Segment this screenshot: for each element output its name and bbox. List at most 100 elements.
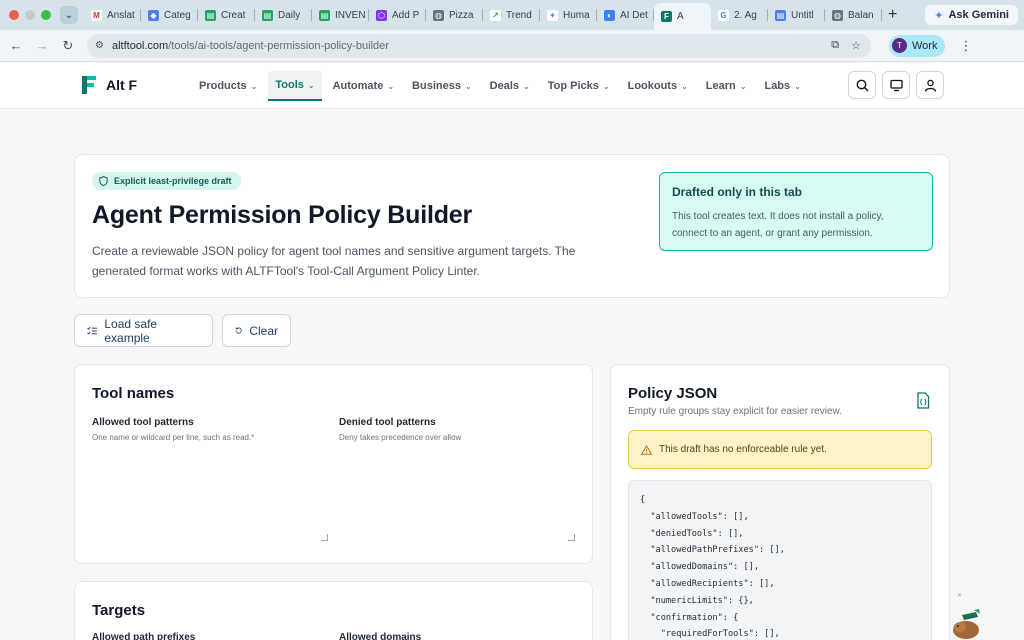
no-rule-warning: This draft has no enforceable rule yet. — [628, 430, 932, 469]
resize-handle-icon[interactable] — [568, 534, 575, 541]
clear-button[interactable]: Clear — [222, 314, 291, 347]
nav-item-products[interactable]: Products ⌄ — [192, 71, 264, 101]
tab-label: Balan — [848, 9, 874, 21]
tab-favicon-icon: ▤ — [205, 9, 216, 21]
nav-item-top-picks[interactable]: Top Picks ⌄ — [541, 71, 617, 101]
site-header: Alt F Products ⌄ Tools ⌄ Automate ⌄ Business ⌄ D… — [0, 63, 1024, 109]
tab-label: Anslat — [107, 9, 135, 21]
nav-item-label: Tools — [275, 79, 304, 91]
install-app-icon[interactable]: ⧉ — [831, 39, 839, 52]
browser-tab[interactable]: G 2. Ag — [711, 3, 768, 27]
browser-menu-icon[interactable]: ⋮ — [959, 38, 972, 54]
denied-tools-help: Deny takes precedence over allow — [339, 433, 462, 442]
local-only-notice: Drafted only in this tab This tool creat… — [659, 172, 933, 251]
page-description: Create a reviewable JSON policy for agen… — [92, 244, 576, 278]
browser-tab[interactable]: ⬡ Add P — [369, 3, 426, 27]
tab-favicon-icon: ✦ — [547, 9, 558, 21]
nav-item-business[interactable]: Business ⌄ — [405, 71, 479, 101]
chevron-down-icon: ⌄ — [794, 81, 801, 91]
tab-label: AI Det — [620, 9, 648, 21]
browser-tab[interactable]: ◐ AI Det — [597, 3, 654, 27]
address-bar[interactable]: ⚙ altftool.com/tools/ai-tools/agent-perm… — [87, 33, 871, 58]
avatar: T — [892, 38, 907, 53]
beaver-mascot-icon[interactable] — [950, 606, 984, 640]
browser-tab[interactable]: ◍ Pizza — [426, 3, 483, 27]
tab-label: Daily — [278, 9, 301, 21]
tab-favicon-icon: ↗ — [490, 9, 501, 21]
tab-label: Add P — [392, 9, 420, 21]
tab-search-button[interactable]: ⌄ — [60, 6, 78, 24]
account-button[interactable] — [916, 71, 944, 99]
path-prefixes-label: Allowed path prefixes — [92, 632, 196, 640]
ask-gemini-label: Ask Gemini — [948, 9, 1009, 21]
browser-tab[interactable]: ▤ Daily — [255, 3, 312, 27]
logo-text: Alt F — [106, 77, 138, 93]
tab-label: Creat — [221, 9, 246, 21]
denied-tools-textarea[interactable] — [339, 451, 575, 541]
load-example-label: Load safe example — [104, 316, 158, 345]
profile-chip[interactable]: T Work — [889, 34, 946, 57]
ask-gemini-button[interactable]: ✦ Ask Gemini — [925, 5, 1018, 25]
policy-json-title: Policy JSON — [628, 385, 718, 402]
badge-label: Explicit least-privilege draft — [114, 176, 232, 186]
minimize-window-button[interactable] — [25, 10, 35, 20]
maximize-window-button[interactable] — [41, 10, 51, 20]
nav-item-label: Automate — [332, 80, 384, 92]
search-button[interactable] — [848, 71, 876, 99]
tab-label: INVEN — [335, 9, 366, 21]
site-logo[interactable]: Alt F — [79, 74, 137, 96]
nav-item-label: Learn — [705, 80, 736, 92]
allowed-tools-label: Allowed tool patterns — [92, 417, 194, 428]
copy-json-icon[interactable] — [916, 392, 930, 409]
nav-item-label: Business — [412, 80, 461, 92]
nav-item-deals[interactable]: Deals ⌄ — [483, 71, 537, 101]
nav-item-labs[interactable]: Labs ⌄ — [757, 71, 807, 101]
forward-button[interactable]: → — [29, 38, 55, 53]
nav-item-automate[interactable]: Automate ⌄ — [326, 71, 401, 101]
nav-item-tools[interactable]: Tools ⌄ — [268, 71, 322, 101]
nav-item-label: Products — [199, 80, 247, 92]
allowed-tools-textarea[interactable] — [92, 451, 328, 541]
chevron-down-icon: ⌄ — [64, 9, 74, 21]
tab-favicon-icon: ◆ — [148, 9, 159, 21]
gemini-sparkle-icon: ✦ — [934, 9, 944, 22]
back-button[interactable]: ← — [3, 38, 29, 53]
resize-handle-icon[interactable] — [321, 534, 328, 541]
browser-tab[interactable]: ◆ Categ — [141, 3, 198, 27]
notice-title: Drafted only in this tab — [672, 185, 803, 199]
browser-tab[interactable]: ▤ INVEN — [312, 3, 369, 27]
close-window-button[interactable] — [9, 10, 19, 20]
allowed-tools-help: One name or wildcard per line, such as r… — [92, 433, 255, 442]
tab-favicon-icon: ◍ — [832, 9, 843, 21]
reload-button[interactable]: ↻ — [55, 38, 81, 54]
browser-toolbar: ← → ↻ ⚙ altftool.com/tools/ai-tools/agen… — [0, 30, 1024, 62]
url-path: /tools/ai-tools/agent-permission-policy-… — [168, 39, 389, 52]
browser-tab[interactable]: ▤ Creat — [198, 3, 255, 27]
tab-favicon-icon: ⬡ — [376, 9, 387, 21]
chevron-down-icon: ⌄ — [250, 81, 258, 91]
browser-tab[interactable]: ↗ Trend — [483, 3, 540, 27]
load-safe-example-button[interactable]: Load safe example — [74, 314, 213, 347]
clear-label: Clear — [249, 323, 278, 338]
nav-item-lookouts[interactable]: Lookouts ⌄ — [621, 71, 695, 101]
policy-json-output[interactable]: { "allowedTools": [], "deniedTools": [],… — [628, 480, 932, 640]
new-tab-button[interactable]: + — [888, 6, 897, 24]
bookmark-star-icon[interactable]: ☆ — [851, 39, 861, 52]
site-info-icon[interactable]: ⚙ — [95, 40, 104, 51]
policy-json-card: Policy JSON Empty rule groups stay expli… — [610, 364, 950, 640]
chevron-down-icon: ⌄ — [523, 81, 530, 91]
browser-tab[interactable]: ✦ Huma — [540, 3, 597, 27]
browser-tab[interactable]: ▤ Untitl — [768, 3, 825, 27]
tab-favicon-icon: ▤ — [262, 9, 273, 21]
tab-label: 2. Ag — [734, 9, 757, 21]
browser-tab[interactable]: FA — [654, 3, 711, 30]
main-nav: Products ⌄ Tools ⌄ Automate ⌄ Business ⌄ Deals ⌄ T… — [192, 71, 812, 101]
nav-item-learn[interactable]: Learn ⌄ — [699, 71, 754, 101]
page-title: Agent Permission Policy Builder — [92, 201, 473, 229]
display-mode-button[interactable] — [882, 71, 910, 99]
browser-tab[interactable]: M Anslat — [84, 3, 141, 27]
search-icon — [856, 79, 868, 91]
dismiss-mascot-icon[interactable]: ✕ — [957, 592, 962, 599]
chevron-down-icon: ⌄ — [464, 81, 472, 91]
browser-tab[interactable]: ◍ Balan — [825, 3, 882, 27]
